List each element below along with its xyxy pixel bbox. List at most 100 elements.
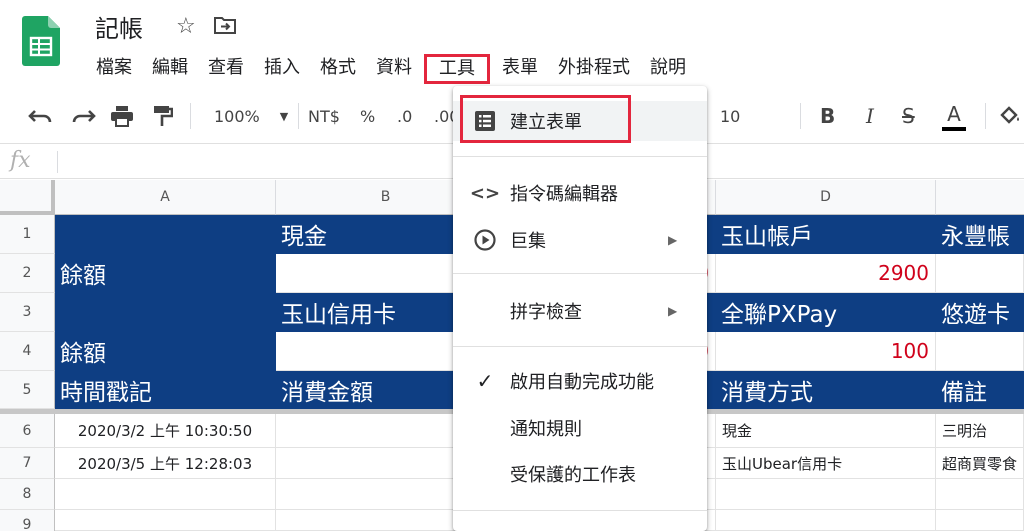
move-to-folder-icon[interactable] <box>214 16 236 34</box>
bold-icon: B <box>820 104 836 128</box>
print-icon[interactable] <box>110 93 134 139</box>
currency-label: NT$ <box>308 106 340 126</box>
redo-icon[interactable] <box>70 93 96 139</box>
row-header[interactable]: 5 <box>0 371 55 409</box>
menu-item-label: 指令碼編輯器 <box>510 184 618 205</box>
menu-item-macros[interactable]: 巨集 ▶ <box>453 222 707 258</box>
cell-d5[interactable]: 消費方式 <box>716 371 936 409</box>
menu-data[interactable]: 資料 <box>366 54 422 84</box>
percent-label: % <box>360 106 376 126</box>
cell-d4[interactable]: 100 <box>716 332 936 371</box>
cell-e4[interactable] <box>936 332 1024 371</box>
cell-d8[interactable] <box>716 479 936 510</box>
cell-d2[interactable]: 2900 <box>716 254 936 293</box>
menu-item-spelling[interactable]: 拼字檢查 ▶ <box>453 293 707 329</box>
cell-a1[interactable] <box>55 215 276 254</box>
select-all-corner[interactable] <box>0 180 55 215</box>
italic-button[interactable]: I <box>866 93 874 139</box>
row-header[interactable]: 8 <box>0 479 55 510</box>
submenu-arrow-icon: ▶ <box>668 304 678 318</box>
cell-d6[interactable]: 現金 <box>716 414 936 448</box>
zoom-select[interactable]: 100% ▼ <box>214 93 288 139</box>
toolbar-divider <box>190 103 191 129</box>
decrease-decimal-label: .0 <box>397 106 413 126</box>
menu-bar: 檔案 編輯 查看 插入 格式 資料 工具 表單 外掛程式 說明 <box>86 54 696 84</box>
column-header-a[interactable]: A <box>55 180 276 215</box>
decrease-decimal-button[interactable]: .0 <box>397 93 412 139</box>
text-color-button[interactable]: A <box>942 93 966 139</box>
cell-e2[interactable] <box>936 254 1024 293</box>
menu-view[interactable]: 查看 <box>198 54 254 84</box>
cell-d3[interactable]: 全聯PXPay <box>716 293 936 332</box>
cell-a9[interactable] <box>55 510 276 531</box>
cell-e5[interactable]: 備註 <box>936 371 1024 409</box>
cell-d1[interactable]: 玉山帳戶 <box>716 215 936 254</box>
menu-form[interactable]: 表單 <box>492 54 548 84</box>
menu-insert[interactable]: 插入 <box>254 54 310 84</box>
chevron-down-icon: ▼ <box>279 109 289 123</box>
menu-item-notification-rules[interactable]: 通知規則 <box>453 410 707 446</box>
menu-help[interactable]: 說明 <box>640 54 696 84</box>
cell-a2[interactable]: 餘額 <box>55 254 276 293</box>
menu-addons[interactable]: 外掛程式 <box>548 54 640 84</box>
cell-e7[interactable]: 超商買零食 <box>936 448 1024 479</box>
document-title[interactable]: 記帳 <box>95 9 143 44</box>
sheets-logo[interactable] <box>22 16 60 66</box>
menu-tools[interactable]: 工具 <box>424 54 490 84</box>
menu-edit[interactable]: 編輯 <box>142 54 198 84</box>
cell-e1[interactable]: 永豐帳 <box>936 215 1024 254</box>
menu-file[interactable]: 檔案 <box>86 54 142 84</box>
cell-a7[interactable]: 2020/3/5 上午 12:28:03 <box>55 448 276 479</box>
menu-item-label: 啟用自動完成功能 <box>510 372 654 393</box>
fx-icon: fx <box>10 148 31 173</box>
row-header[interactable]: 2 <box>0 254 55 293</box>
percent-format-button[interactable]: % <box>360 93 375 139</box>
bold-button[interactable]: B <box>820 93 835 139</box>
row-header[interactable]: 7 <box>0 448 55 479</box>
cell-a3[interactable] <box>55 293 276 332</box>
currency-format-button[interactable]: NT$ <box>308 93 340 139</box>
font-size-select[interactable]: 10 <box>720 93 740 139</box>
cell-a8[interactable] <box>55 479 276 510</box>
paint-format-icon[interactable] <box>153 93 173 139</box>
text-color-icon: A <box>947 101 961 126</box>
row-header[interactable]: 9 <box>0 510 55 531</box>
row-header[interactable]: 3 <box>0 293 55 332</box>
column-header-d[interactable]: D <box>716 180 936 215</box>
menu-item-autocomplete[interactable]: ✓ 啟用自動完成功能 <box>453 363 707 399</box>
cell-d9[interactable] <box>716 510 936 531</box>
row-header[interactable]: 6 <box>0 414 55 448</box>
row-header[interactable]: 4 <box>0 332 55 371</box>
menu-item-label: 巨集 <box>510 231 546 252</box>
cell-a6[interactable]: 2020/3/2 上午 10:30:50 <box>55 414 276 448</box>
zoom-value: 100% <box>214 106 260 126</box>
undo-icon[interactable] <box>28 93 54 139</box>
cell-a4[interactable]: 餘額 <box>55 332 276 371</box>
menu-divider <box>453 273 707 274</box>
cell-d7[interactable]: 玉山Ubear信用卡 <box>716 448 936 479</box>
toolbar-divider <box>298 103 299 129</box>
cell-e8[interactable] <box>936 479 1024 510</box>
menu-divider <box>453 346 707 347</box>
menu-item-script-editor[interactable]: <> 指令碼編輯器 <box>453 175 707 211</box>
annotation-highlight-box <box>460 95 631 143</box>
menu-divider <box>453 510 707 511</box>
menu-item-label: 通知規則 <box>510 419 582 440</box>
row-header[interactable]: 1 <box>0 215 55 254</box>
play-circle-icon <box>473 228 497 252</box>
cell-a5[interactable]: 時間戳記 <box>55 371 276 409</box>
cell-e3[interactable]: 悠遊卡 <box>936 293 1024 332</box>
toolbar-divider <box>800 103 801 129</box>
strikethrough-button[interactable]: S <box>902 93 915 139</box>
star-icon[interactable]: ☆ <box>176 14 196 39</box>
menu-item-protected-sheets[interactable]: 受保護的工作表 <box>453 456 707 492</box>
formula-divider <box>57 151 58 173</box>
column-header-e[interactable] <box>936 180 1024 215</box>
menu-format[interactable]: 格式 <box>310 54 366 84</box>
fill-color-icon[interactable] <box>998 93 1022 139</box>
menu-item-label: 拼字檢查 <box>510 302 582 323</box>
cell-e9[interactable] <box>936 510 1024 531</box>
font-size-value: 10 <box>720 106 741 126</box>
menu-divider <box>453 156 707 157</box>
cell-e6[interactable]: 三明治 <box>936 414 1024 448</box>
